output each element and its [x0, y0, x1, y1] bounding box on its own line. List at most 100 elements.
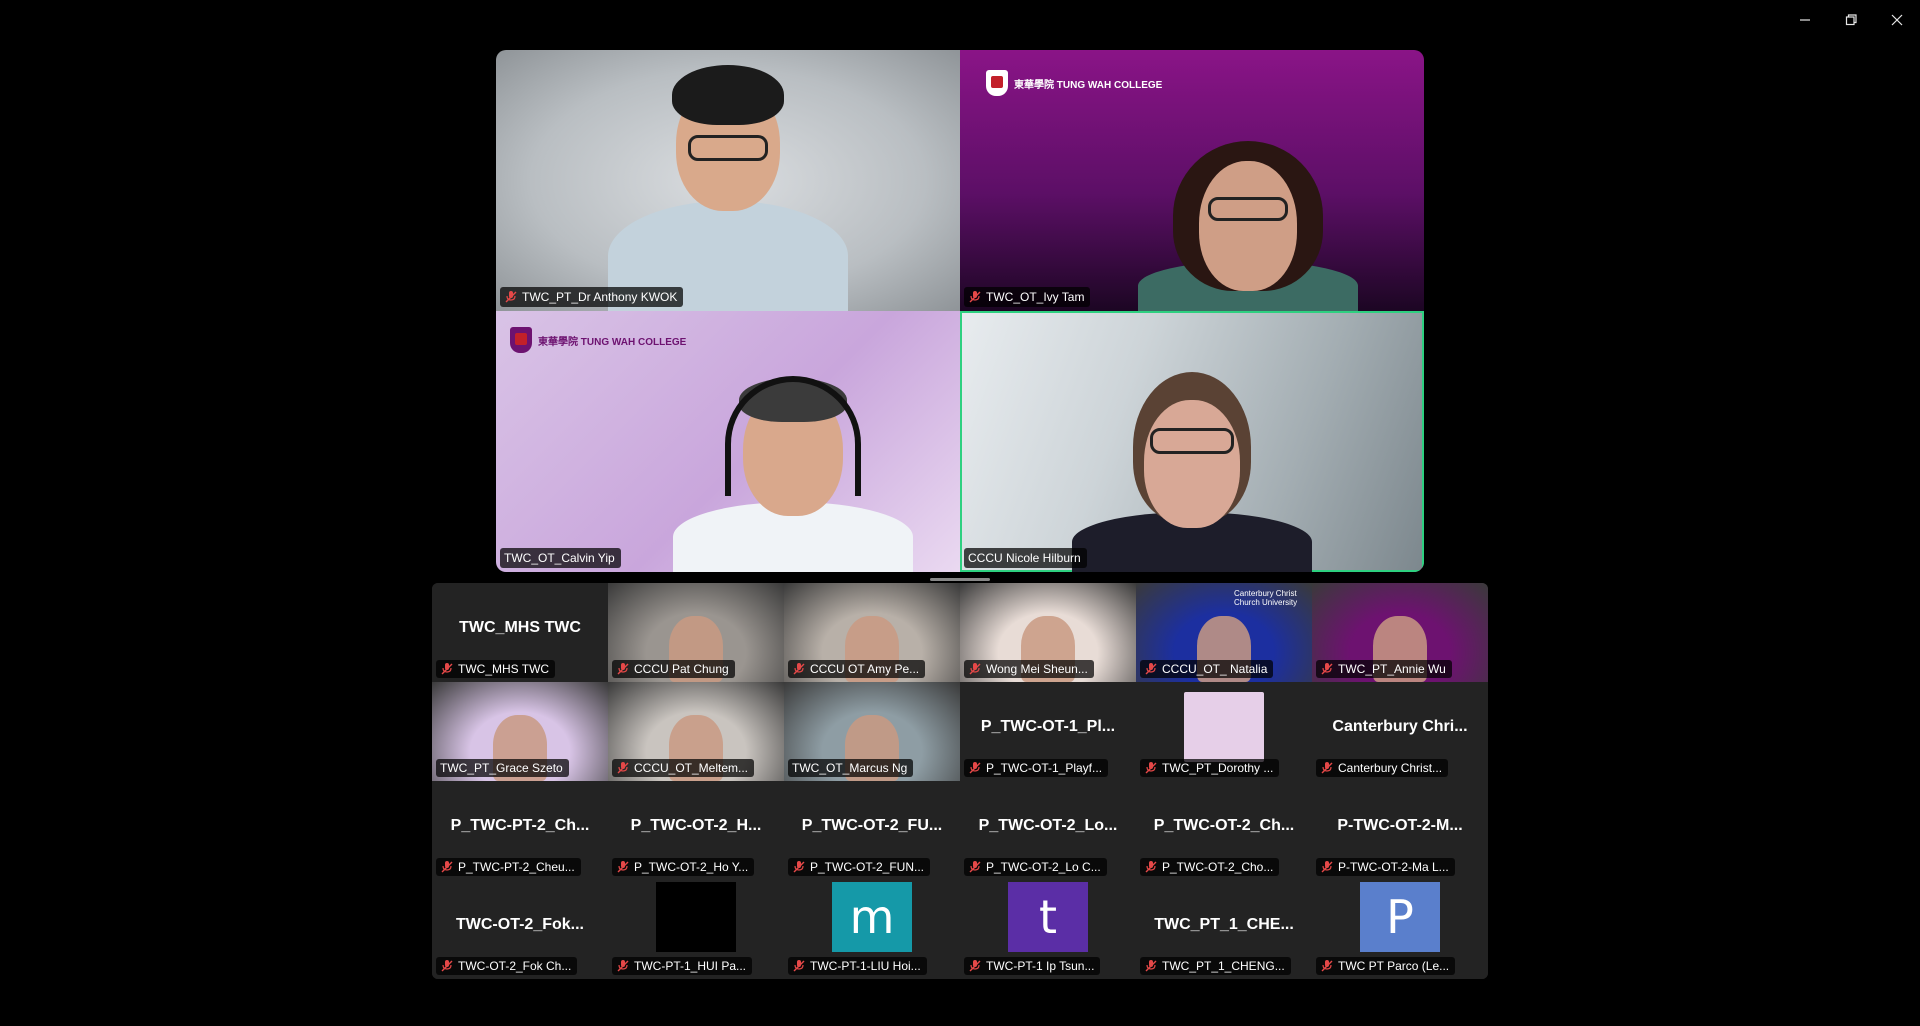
gallery-tile[interactable]: m TWC-PT-1-LIU Hoi... — [784, 880, 960, 979]
participant-name-label: TWC_OT_Ivy Tam — [964, 287, 1091, 307]
participant-name-label: P_TWC-PT-2_Cheu... — [436, 858, 581, 876]
close-button[interactable] — [1874, 0, 1920, 40]
participant-display-name: Canterbury Chri... — [1332, 718, 1468, 735]
gallery-tile[interactable]: TWC_MHS TWC TWC_MHS TWC — [432, 583, 608, 682]
participant-name-label: TWC-PT-1-LIU Hoi... — [788, 957, 927, 975]
gallery-tile[interactable]: Wong Mei Sheun... — [960, 583, 1136, 682]
mic-muted-icon — [504, 290, 518, 304]
gallery-tile[interactable]: CCCU_OT_Meltem... — [608, 682, 784, 781]
mic-muted-icon — [1144, 662, 1158, 676]
gallery-tile[interactable]: TWC_PT_Annie Wu — [1312, 583, 1488, 682]
participant-avatar: m — [832, 882, 912, 952]
mic-muted-icon — [792, 860, 806, 874]
participant-avatar: t — [1008, 882, 1088, 952]
participant-name-label: CCCU Nicole Hilburn — [964, 548, 1087, 568]
college-logo: 東華學院 TUNG WAH COLLEGE — [510, 327, 686, 353]
gallery-tile[interactable]: TWC_OT_Marcus Ng — [784, 682, 960, 781]
window-controls — [1782, 0, 1920, 40]
participant-display-name: P_TWC-OT-1_Pl... — [980, 718, 1116, 735]
close-icon — [1891, 14, 1903, 26]
gallery-tile[interactable]: P_TWC-OT-2_H... P_TWC-OT-2_Ho Y... — [608, 781, 784, 880]
participant-display-name: P_TWC-OT-2_Lo... — [978, 817, 1118, 834]
participant-display-name: TWC_PT_1_CHE... — [1154, 916, 1294, 933]
participant-name-label: CCCU_OT_Meltem... — [612, 759, 755, 777]
participant-video — [1062, 332, 1322, 572]
gallery-tile[interactable]: Canterbury Chri... Canterbury Christ... — [1312, 682, 1488, 781]
video-tile-speaker-3[interactable]: 東華學院 TUNG WAH COLLEGE TWC_OT_Calvin Yip — [496, 311, 960, 572]
mic-muted-icon — [1320, 860, 1334, 874]
participant-name-label: P_TWC-OT-2_Ho Y... — [612, 858, 755, 876]
participant-name-label: Wong Mei Sheun... — [964, 660, 1094, 678]
gallery-tile[interactable]: CCCU OT Amy Pe... — [784, 583, 960, 682]
participant-name-label: TWC_PT_Dorothy ... — [1140, 759, 1280, 777]
participant-name-label: CCCU Pat Chung — [612, 660, 735, 678]
mic-muted-icon — [616, 860, 630, 874]
mic-muted-icon — [968, 860, 982, 874]
participant-display-name: P_TWC-OT-2_FU... — [801, 817, 943, 834]
participant-name-label: TWC_PT_1_CHENG... — [1140, 957, 1291, 975]
participant-name-label: P_TWC-OT-2_Lo C... — [964, 858, 1107, 876]
participant-name-label: TWC_OT_Marcus Ng — [788, 759, 914, 777]
participant-name-label: TWC-OT-2_Fok Ch... — [436, 957, 578, 975]
participant-name-label: P_TWC-OT-1_Playf... — [964, 759, 1109, 777]
mic-muted-icon — [616, 959, 630, 973]
mic-muted-icon — [792, 662, 806, 676]
gallery-tile[interactable]: P_TWC-OT-1_Pl... P_TWC-OT-1_Playf... — [960, 682, 1136, 781]
mic-muted-icon — [616, 761, 630, 775]
gallery-tile[interactable]: t TWC-PT-1 Ip Tsun... — [960, 880, 1136, 979]
mic-muted-icon — [968, 959, 982, 973]
gallery-grid: TWC_MHS TWC TWC_MHS TWC CCCU Pat Chung CCCU… — [432, 583, 1488, 979]
college-crest-icon — [986, 70, 1008, 96]
college-logo: 東華學院 TUNG WAH COLLEGE — [986, 70, 1162, 96]
participant-display-name: TWC-OT-2_Fok... — [456, 916, 584, 933]
video-tile-speaker-2[interactable]: 東華學院 TUNG WAH COLLEGE TWC_OT_Ivy Tam — [960, 50, 1424, 311]
gallery-tile[interactable]: TWC_PT_Grace Szeto — [432, 682, 608, 781]
minimize-icon — [1800, 19, 1810, 21]
mic-muted-icon — [440, 662, 454, 676]
video-tile-speaker-4-active[interactable]: CCCU Nicole Hilburn — [960, 311, 1424, 572]
restore-icon — [1845, 14, 1857, 26]
participant-name-label: TWC_PT_Grace Szeto — [436, 759, 569, 777]
gallery-tile[interactable]: Canterbury Christ Church University CCCU_… — [1136, 583, 1312, 682]
gallery-tile[interactable]: TWC_PT_Dorothy ... — [1136, 682, 1312, 781]
gallery-tile[interactable]: P_TWC-OT-2_Lo... P_TWC-OT-2_Lo C... — [960, 781, 1136, 880]
gallery-tile[interactable]: P_TWC-OT-2_Ch... P_TWC-OT-2_Cho... — [1136, 781, 1312, 880]
mic-muted-icon — [792, 959, 806, 973]
mic-muted-icon — [1144, 959, 1158, 973]
gallery-tile[interactable]: P TWC PT Parco (Le... — [1312, 880, 1488, 979]
mic-muted-icon — [1320, 959, 1334, 973]
gallery-tile[interactable]: CCCU Pat Chung — [608, 583, 784, 682]
participant-display-name: P_TWC-OT-2_Ch... — [1153, 817, 1295, 834]
mic-muted-icon — [1144, 860, 1158, 874]
participant-avatar: P — [1360, 882, 1440, 952]
minimize-button[interactable] — [1782, 0, 1828, 40]
gallery-tile[interactable]: P_TWC-OT-2_FU... P_TWC-OT-2_FUN... — [784, 781, 960, 880]
mic-muted-icon — [1320, 761, 1334, 775]
participant-name-label: TWC-PT-1 Ip Tsun... — [964, 957, 1101, 975]
mic-muted-icon — [1320, 662, 1334, 676]
participant-name-label: TWC-PT-1_HUI Pa... — [612, 957, 753, 975]
participant-name-label: P_TWC-OT-2_FUN... — [788, 858, 931, 876]
participant-display-name: TWC_MHS TWC — [459, 619, 581, 636]
resize-handle[interactable] — [930, 578, 990, 581]
participant-avatar — [656, 882, 736, 952]
participant-display-name: P_TWC-OT-2_H... — [630, 817, 762, 834]
speaker-grid: TWC_PT_Dr Anthony KWOK 東華學院 TUNG WAH COL… — [496, 50, 1424, 572]
gallery-tile[interactable]: P_TWC-PT-2_Ch... P_TWC-PT-2_Cheu... — [432, 781, 608, 880]
university-logo: Canterbury Christ Church University — [1234, 589, 1298, 607]
mic-muted-icon — [616, 662, 630, 676]
participant-name-label: TWC_OT_Calvin Yip — [500, 548, 621, 568]
participant-name-label: CCCU_OT_ Natalia — [1140, 660, 1274, 678]
restore-button[interactable] — [1828, 0, 1874, 40]
participant-name-label: TWC_PT_Annie Wu — [1316, 660, 1452, 678]
video-tile-speaker-1[interactable]: TWC_PT_Dr Anthony KWOK — [496, 50, 960, 311]
college-crest-icon — [510, 327, 532, 353]
shared-slide-thumbnail — [1184, 692, 1264, 762]
gallery-tile[interactable]: TWC-PT-1_HUI Pa... — [608, 880, 784, 979]
participant-name-label: Canterbury Christ... — [1316, 759, 1449, 777]
gallery-tile[interactable]: P-TWC-OT-2-M... P-TWC-OT-2-Ma L... — [1312, 781, 1488, 880]
gallery-tile[interactable]: TWC-OT-2_Fok... TWC-OT-2_Fok Ch... — [432, 880, 608, 979]
mic-muted-icon — [440, 860, 454, 874]
participant-name-label: TWC PT Parco (Le... — [1316, 957, 1456, 975]
gallery-tile[interactable]: TWC_PT_1_CHE... TWC_PT_1_CHENG... — [1136, 880, 1312, 979]
